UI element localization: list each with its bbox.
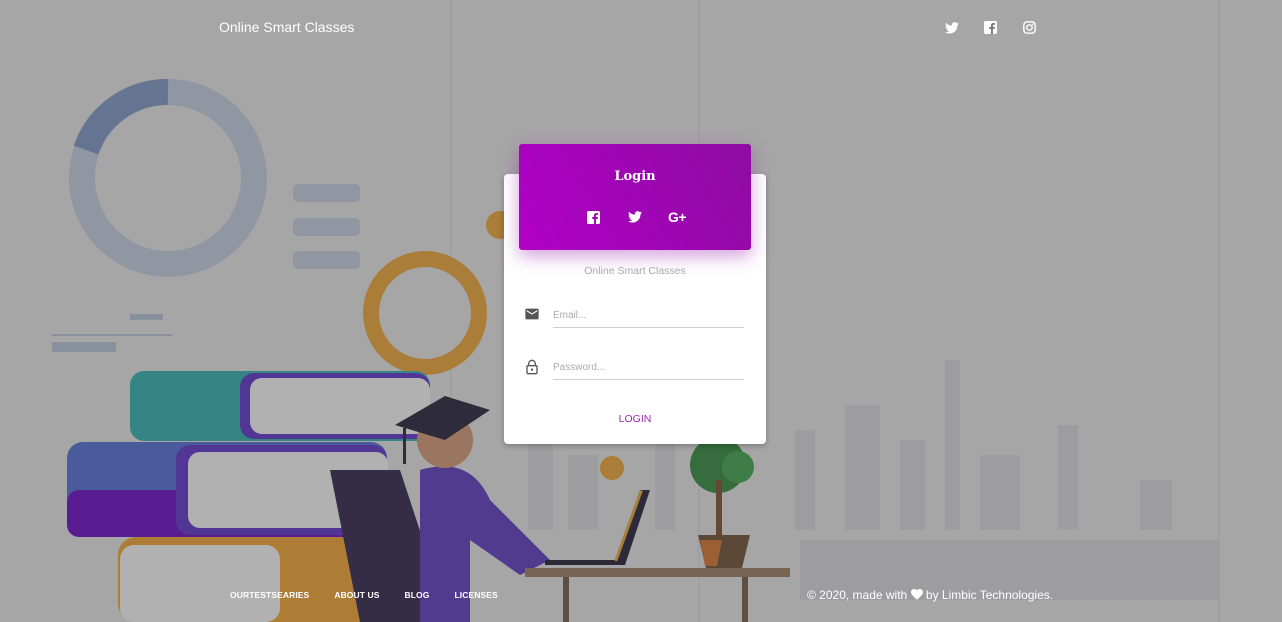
google-plus-icon[interactable]: G+: [668, 208, 687, 226]
footer-link-licenses[interactable]: LICENSES: [455, 590, 498, 600]
envelope-icon: [524, 306, 540, 322]
navbar-social-links: [942, 18, 1039, 37]
navbar-brand[interactable]: Online Smart Classes: [219, 19, 354, 35]
footer-link-about-us[interactable]: ABOUT US: [334, 590, 379, 600]
footer-link-ourtestsearies[interactable]: OURTESTSEARIES: [230, 590, 309, 600]
login-button[interactable]: LOGIN: [600, 410, 670, 428]
footer-copyright: © 2020, made with by Limbic Technologies…: [807, 588, 1053, 603]
email-input[interactable]: [553, 304, 744, 328]
login-card-header: Login G+: [519, 144, 751, 250]
twitter-icon[interactable]: [942, 18, 961, 37]
facebook-icon[interactable]: [981, 18, 1000, 37]
instagram-icon[interactable]: [1020, 18, 1039, 37]
password-input[interactable]: [553, 356, 744, 380]
lock-icon: [524, 358, 540, 375]
heart-icon: [910, 589, 923, 603]
footer-nav: OURTESTSEARIES ABOUT US BLOG LICENSES: [230, 590, 498, 600]
copyright-suffix: by Limbic Technologies.: [925, 588, 1054, 602]
social-login-icons: G+: [519, 208, 751, 226]
login-title: Login: [614, 169, 656, 184]
copyright-prefix: © 2020, made with: [807, 588, 908, 602]
login-description: Online Smart Classes: [584, 265, 686, 277]
twitter-icon[interactable]: [626, 208, 644, 226]
footer-link-blog[interactable]: BLOG: [405, 590, 430, 600]
password-field-group: [524, 356, 744, 380]
email-field-group: [524, 304, 744, 328]
facebook-icon[interactable]: [584, 208, 602, 226]
